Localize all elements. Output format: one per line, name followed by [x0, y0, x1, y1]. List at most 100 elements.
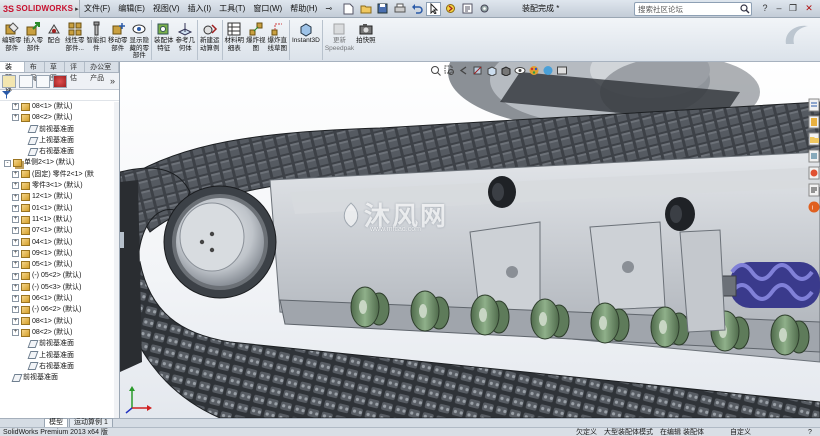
tree-node[interactable]: + 零件3<1> (默认)	[0, 180, 119, 191]
logo-menu-arrow-icon[interactable]: ▸	[75, 5, 79, 13]
tree-node[interactable]: +11<1> (默认)	[0, 214, 119, 225]
options-icon[interactable]	[477, 2, 492, 16]
appearance-manager-icon[interactable]	[53, 74, 67, 88]
expand-icon[interactable]: +	[12, 170, 19, 178]
tree-node[interactable]: + (固定) 零件2<1> (默	[0, 169, 119, 180]
tree-filter[interactable]	[0, 90, 119, 101]
design-library-icon[interactable]	[808, 115, 820, 129]
display-style-icon[interactable]	[500, 65, 512, 76]
appearances-icon[interactable]	[808, 166, 820, 180]
frame-end-plate[interactable]	[679, 229, 726, 333]
tab-evaluate[interactable]: 评估	[65, 62, 86, 82]
insert-component-button[interactable]: 插入零 部件	[24, 18, 43, 52]
expand-icon[interactable]: +	[12, 295, 19, 303]
view-settings-icon[interactable]	[556, 65, 568, 76]
view-palette-icon[interactable]	[808, 149, 820, 163]
expand-icon[interactable]: +	[12, 272, 19, 280]
menu-view[interactable]: 视图(V)	[149, 0, 184, 18]
save-icon[interactable]	[375, 2, 390, 16]
search-icon[interactable]	[738, 3, 751, 15]
smart-fastener-button[interactable]: 智能扣 件	[87, 18, 106, 52]
tree-node[interactable]: +09<1> (默认)	[0, 248, 119, 259]
rebuild-icon[interactable]	[443, 2, 458, 16]
tree-node[interactable]: +05<1> (默认)	[0, 259, 119, 270]
view-orientation-icon[interactable]	[486, 65, 498, 76]
expand-icon[interactable]: +	[12, 250, 19, 257]
tree-node[interactable]: +06<1> (默认)	[0, 293, 119, 304]
configuration-manager-icon[interactable]	[36, 74, 50, 88]
help-status-icon[interactable]: ?	[808, 428, 812, 436]
menu-pin-icon[interactable]: ⊸	[321, 0, 336, 18]
tree-node[interactable]: 前视基准面	[0, 372, 119, 383]
expand-icon[interactable]: +	[12, 103, 19, 111]
tree-node[interactable]: + (-) 05<2> (默认)	[0, 270, 119, 281]
open-document-icon[interactable]	[358, 2, 373, 16]
tree-node[interactable]: +01<1> (默认)	[0, 203, 119, 214]
tree-node[interactable]: 上视基准面	[0, 135, 119, 146]
tab-motion-study-1[interactable]: 运动算例 1	[69, 418, 113, 427]
tree-node[interactable]: +08<2> (默认)	[0, 327, 119, 338]
explode-line-sketch-button[interactable]: 爆炸直 线草图	[268, 18, 287, 52]
carrier-roller[interactable]	[488, 176, 516, 208]
expand-icon[interactable]: +	[12, 204, 19, 212]
file-properties-icon[interactable]	[460, 2, 475, 16]
assembly-feature-button[interactable]: 装配体 特征	[154, 18, 174, 52]
print-icon[interactable]	[392, 2, 407, 16]
help-icon[interactable]: ?	[758, 1, 772, 16]
menu-file[interactable]: 文件(F)	[80, 0, 114, 18]
instant3d-button[interactable]: Instant3D	[292, 18, 320, 45]
tab-model[interactable]: 模型	[44, 418, 68, 427]
custom-properties-icon[interactable]	[808, 183, 820, 197]
feature-tree-icon[interactable]	[2, 74, 16, 88]
filter-icon[interactable]	[2, 91, 12, 99]
show-hidden-components-button[interactable]: 显示隐 藏的零 部件	[130, 18, 149, 60]
expand-icon[interactable]: +	[12, 182, 19, 190]
move-component-button[interactable]: 移动零 部件	[108, 18, 128, 52]
close-icon[interactable]: ✕	[802, 1, 816, 16]
search-input[interactable]: 搜索社区论坛	[634, 2, 752, 16]
tree-node[interactable]: 右视基准面	[0, 146, 119, 157]
tree-node[interactable]: 前视基准面	[0, 338, 119, 349]
expand-icon[interactable]: +	[12, 216, 19, 224]
property-manager-icon[interactable]	[19, 74, 33, 88]
minimize-icon[interactable]: –	[772, 1, 786, 16]
menu-help[interactable]: 帮助(H)	[286, 0, 321, 18]
reference-geometry-button[interactable]: 参考几 何体	[176, 18, 195, 52]
solidworks-resources-icon[interactable]	[808, 98, 820, 112]
graphics-area[interactable]: i 沐风网 www.mfcad.com	[120, 62, 820, 418]
tree-node[interactable]: - 单侧2<1> (默认)	[0, 157, 119, 168]
section-view-icon[interactable]	[472, 65, 484, 76]
menu-tools[interactable]: 工具(T)	[215, 0, 249, 18]
undo-icon[interactable]	[409, 2, 424, 16]
mate-button[interactable]: 配合	[45, 18, 63, 45]
linear-pattern-button[interactable]: 线性零 部件...	[65, 18, 85, 52]
menu-window[interactable]: 窗口(W)	[249, 0, 286, 18]
tree-node[interactable]: + (-) 05<3> (默认)	[0, 282, 119, 293]
expand-icon[interactable]: +	[12, 238, 19, 246]
tree-node[interactable]: +08<1> (默认)	[0, 316, 119, 327]
tree-node[interactable]: +08<2> (默认)	[0, 112, 119, 123]
tree-node[interactable]: +12<1> (默认)	[0, 191, 119, 202]
tree-node[interactable]: 右视基准面	[0, 361, 119, 372]
tab-office-products[interactable]: 办公室产品	[85, 62, 119, 82]
zoom-to-fit-icon[interactable]	[430, 65, 442, 76]
file-explorer-icon[interactable]	[808, 132, 820, 146]
edit-component-button[interactable]: 编辑零 部件	[2, 18, 22, 52]
edit-appearance-icon[interactable]	[528, 65, 540, 76]
tree-node[interactable]: +08<1> (默认)	[0, 101, 119, 112]
tab-assembly[interactable]: 装配体	[0, 62, 25, 93]
menu-edit[interactable]: 编辑(E)	[114, 0, 149, 18]
expand-icon[interactable]: +	[12, 114, 19, 122]
select-icon[interactable]	[426, 1, 442, 16]
tree-node[interactable]: +07<1> (默认)	[0, 225, 119, 236]
tab-layout[interactable]: 布局	[25, 62, 45, 82]
solidworks-logo[interactable]: 3S SOLIDWORKS ▸	[0, 0, 80, 18]
hide-show-items-icon[interactable]	[514, 65, 526, 76]
expand-icon[interactable]: +	[12, 193, 19, 201]
collapse-icon[interactable]: -	[4, 159, 11, 167]
expand-icon[interactable]: +	[12, 306, 19, 314]
take-snapshot-button[interactable]: 拍快照	[356, 18, 376, 45]
apply-scene-icon[interactable]	[542, 65, 554, 76]
tab-sketch[interactable]: 草图	[45, 62, 65, 82]
expand-icon[interactable]: +	[12, 317, 19, 325]
